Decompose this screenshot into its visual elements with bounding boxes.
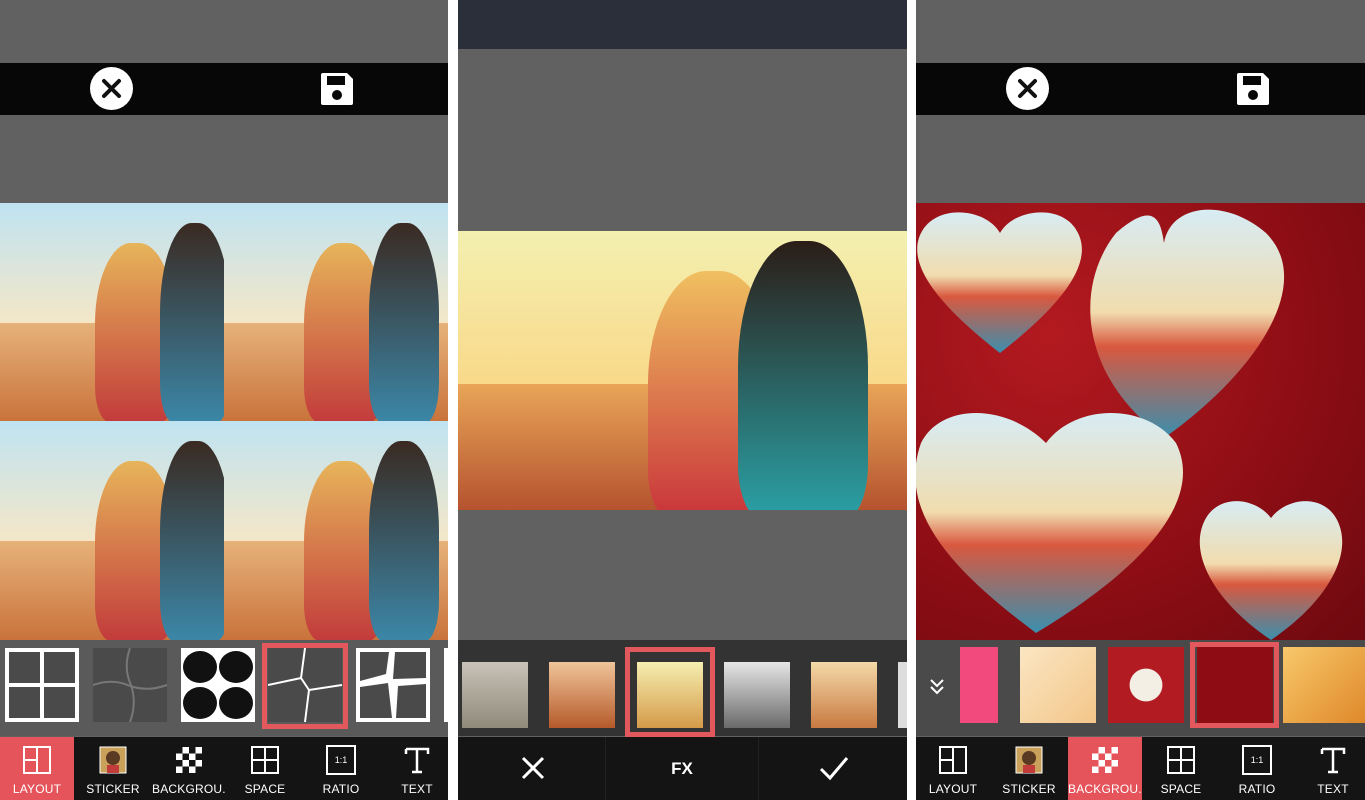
filter-option-partial[interactable] [898, 662, 907, 728]
collage-canvas[interactable] [916, 203, 1365, 640]
cancel-icon[interactable] [520, 755, 546, 781]
nav-text[interactable]: TEXT [1296, 737, 1365, 800]
layout-option-puzzle[interactable] [93, 648, 167, 722]
nav-ratio[interactable]: 1:1 RATIO [304, 737, 378, 800]
nav-layout[interactable]: LAYOUT [0, 737, 74, 800]
checkerboard-icon [176, 747, 202, 773]
nav-label: BACKGROU... [152, 782, 226, 796]
filter-option-vintage[interactable] [462, 662, 528, 728]
nav-label: TEXT [401, 782, 433, 796]
nav-sticker[interactable]: STICKER [76, 737, 150, 800]
nav-label: LAYOUT [12, 782, 62, 796]
nav-background[interactable]: BACKGROU... [152, 737, 226, 800]
layout-option-angled[interactable] [356, 648, 430, 722]
bottom-navigation: LAYOUT STICKER BACKGROU... SPACE 1:1 RAT… [916, 737, 1365, 800]
ratio-icon: 1:1 [1242, 745, 1272, 775]
space-icon [1167, 746, 1195, 774]
collage-photo[interactable] [224, 203, 448, 421]
fx-tab[interactable]: FX [605, 737, 759, 800]
background-screen: LAYOUT STICKER BACKGROU... SPACE 1:1 RAT… [916, 0, 1365, 800]
nav-space[interactable]: SPACE [228, 737, 302, 800]
close-button[interactable] [90, 67, 133, 110]
heart-photo [1090, 209, 1285, 438]
filter-picker [458, 640, 907, 737]
background-option-kitchen[interactable] [1020, 647, 1096, 723]
edit-photo[interactable] [458, 231, 907, 510]
sticker-icon [1015, 746, 1043, 774]
text-icon [404, 747, 430, 774]
filter-option-sunny[interactable] [637, 662, 703, 728]
collage-photo[interactable] [0, 421, 224, 640]
layout-screen: LAYOUT STICKER BACKGROU... SPACE 1:1 RAT… [0, 0, 448, 800]
background-option-red-roses[interactable] [1197, 647, 1273, 723]
heart-photo [916, 413, 1183, 633]
nav-layout[interactable]: LAYOUT [916, 737, 990, 800]
filter-option-bw[interactable] [724, 662, 790, 728]
layout-option-partial[interactable] [444, 648, 448, 722]
nav-space[interactable]: SPACE [1144, 737, 1218, 800]
background-option-mixed-roses[interactable] [1108, 647, 1184, 723]
heart-collage[interactable] [916, 203, 1365, 640]
text-icon [1320, 747, 1346, 774]
heart-photo [1199, 501, 1343, 640]
sticker-icon [99, 746, 127, 774]
background-option-tigers[interactable] [1283, 647, 1365, 723]
filter-option-warm[interactable] [549, 662, 615, 728]
save-icon[interactable] [319, 71, 355, 107]
nav-label: RATIO [322, 782, 360, 796]
close-icon [102, 79, 121, 98]
nav-label: STICKER [1002, 782, 1056, 796]
top-toolbar [916, 63, 1365, 115]
nav-label: LAYOUT [928, 782, 978, 796]
nav-background[interactable]: BACKGROU... [1068, 737, 1142, 800]
fx-label: FX [671, 759, 693, 778]
collage-canvas[interactable] [0, 203, 448, 640]
fx-action-bar: FX [458, 737, 907, 800]
layout-option-grid[interactable] [5, 648, 79, 722]
close-button[interactable] [1006, 67, 1049, 110]
nav-label: TEXT [1317, 782, 1349, 796]
close-icon [1018, 79, 1037, 98]
layout-option-pinwheel[interactable] [268, 648, 342, 722]
fx-screen: FX [458, 0, 907, 800]
heart-photo [917, 212, 1082, 353]
background-option-pink[interactable] [960, 647, 998, 723]
nav-label: RATIO [1238, 782, 1276, 796]
nav-label: STICKER [86, 782, 140, 796]
ratio-icon: 1:1 [326, 745, 356, 775]
nav-ratio[interactable]: 1:1 RATIO [1220, 737, 1294, 800]
nav-text[interactable]: TEXT [380, 737, 448, 800]
save-icon[interactable] [1235, 71, 1271, 107]
collapse-chevron-icon[interactable] [928, 678, 946, 696]
nav-label: BACKGROU... [1068, 782, 1142, 796]
background-picker [916, 640, 1365, 736]
layout-icon [23, 746, 51, 774]
confirm-check-icon[interactable] [819, 755, 849, 781]
layout-picker [0, 640, 448, 736]
top-toolbar [0, 63, 448, 115]
nav-sticker[interactable]: STICKER [992, 737, 1066, 800]
bottom-navigation: LAYOUT STICKER BACKGROU... SPACE 1:1 RAT… [0, 737, 448, 800]
layout-icon [939, 746, 967, 774]
status-area [458, 0, 907, 49]
collage-photo[interactable] [0, 203, 224, 421]
collage-photo[interactable] [224, 421, 448, 640]
checkerboard-icon [1092, 747, 1118, 773]
space-icon [251, 746, 279, 774]
layout-option-blobs[interactable] [181, 648, 255, 722]
nav-label: SPACE [244, 782, 286, 796]
filter-option-bright[interactable] [811, 662, 877, 728]
nav-label: SPACE [1160, 782, 1202, 796]
